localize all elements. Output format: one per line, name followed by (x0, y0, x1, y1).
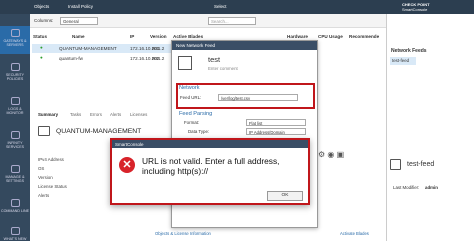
col-recommended[interactable]: Recommende (349, 34, 379, 39)
nav-label: INFINITY SERVICES (5, 141, 25, 149)
col-name[interactable]: Name (72, 34, 85, 39)
nav-label: COMMAND LINE (1, 209, 29, 213)
blade-icons: ⚙ ◉ ▣ (318, 150, 345, 159)
format-label: Format: (184, 120, 200, 125)
error-dialog: SmartConsole ✕ URL is not valid. Enter a… (110, 138, 310, 205)
nav-label: SECURITY POLICIES (5, 73, 25, 81)
feed-name-input[interactable]: test (208, 55, 220, 64)
row-version: R81.2 (152, 46, 165, 51)
status-ok-icon: ● (40, 45, 43, 50)
summary-key: IPv4 Address (38, 157, 64, 162)
top-bar: Objects Install Policy Select CHECK POIN… (0, 0, 474, 14)
format-select[interactable]: Flat list (246, 119, 306, 126)
error-dialog-title: SmartConsole (112, 140, 308, 148)
nav-whats-new[interactable]: WHAT'S NEW (0, 224, 30, 252)
right-pane: Network Feeds test-feed test-feed Last M… (386, 14, 474, 241)
brand-sub: SmartConsole (402, 7, 428, 12)
feed-icon (390, 159, 401, 170)
shield-icon (10, 63, 20, 71)
summary-key: License Status (38, 184, 67, 189)
status-ok-icon: ● (40, 55, 43, 60)
feed-list-item[interactable]: test-feed (390, 57, 416, 65)
select-menu[interactable]: Select (214, 4, 227, 9)
nav-label: MANAGE & SETTINGS (5, 175, 25, 183)
feed-parsing-section: Feed Parsing (179, 111, 213, 117)
columns-select[interactable]: General (60, 17, 98, 25)
server-icon (38, 126, 50, 136)
data-type-label: Data Type: (188, 129, 210, 134)
error-message: URL is not valid. Enter a full address, … (142, 156, 280, 176)
infinity-icon (10, 131, 20, 139)
row-name: QUANTUM-MANAGEMENT (59, 46, 117, 51)
toolbar: Columns: General Search... (30, 14, 386, 28)
tab-licenses[interactable]: Licenses (130, 112, 147, 117)
tab-tasks[interactable]: Tasks (70, 112, 81, 117)
nav-command-line[interactable]: COMMAND LINE (0, 196, 30, 224)
summary-key: Version (38, 175, 53, 180)
last-modifier-label: Last Modifier: (393, 185, 420, 190)
row-version: R81.2 (152, 56, 165, 61)
feed-icon (178, 56, 192, 70)
tab-summary[interactable]: Summary (38, 112, 58, 117)
row-name: quantum-fw (59, 56, 84, 61)
col-hardware[interactable]: Hardware (287, 34, 308, 39)
error-x-icon: ✕ (119, 157, 135, 173)
license-link[interactable]: Objects & License Information (155, 231, 211, 236)
logs-icon (10, 97, 20, 105)
dialog-title: New Network Feed (172, 41, 317, 50)
activate-blades-link[interactable]: Activate Blades (340, 231, 369, 236)
col-version[interactable]: Version (150, 34, 167, 39)
nav-infinity[interactable]: INFINITY SERVICES (0, 128, 30, 156)
col-status[interactable]: Status (33, 34, 47, 39)
col-active-blades[interactable]: Active Blades (173, 34, 203, 39)
col-cpu[interactable]: CPU Usage (318, 34, 343, 39)
install-policy-button[interactable]: Install Policy (68, 4, 93, 9)
gateway-icon (10, 29, 20, 37)
star-icon (10, 227, 20, 235)
summary-key: Alerts (38, 193, 50, 198)
ok-button[interactable]: OK (267, 191, 303, 201)
nav-label: WHAT'S NEW (3, 237, 27, 241)
nav-label: LOGS & MONITOR (6, 107, 24, 115)
tab-errors[interactable]: Errors (90, 112, 102, 117)
data-type-select[interactable]: IP Address/Domain (246, 128, 306, 135)
nav-label: GATEWAYS & SERVERS (3, 39, 27, 47)
col-ip[interactable]: IP (130, 34, 134, 39)
summary-key: OS (38, 166, 45, 171)
network-feeds-header: Network Feeds (391, 48, 427, 54)
gear-icon (10, 165, 20, 173)
nav-logs[interactable]: LOGS & MONITOR (0, 94, 30, 122)
tab-alerts[interactable]: Alerts (110, 112, 121, 117)
nav-policies[interactable]: SECURITY POLICIES (0, 60, 30, 88)
left-nav: GATEWAYS & SERVERS SECURITY POLICIES LOG… (0, 14, 30, 241)
nav-manage[interactable]: MANAGE & SETTINGS (0, 162, 30, 190)
objects-menu[interactable]: Objects (34, 4, 49, 9)
highlight-network-section (176, 83, 315, 109)
search-input[interactable]: Search... (208, 17, 256, 25)
last-modifier-value: admin (425, 185, 438, 190)
summary-title: QUANTUM-MANAGEMENT (56, 128, 142, 135)
terminal-icon (10, 199, 20, 207)
feed-details-title: test-feed (407, 161, 435, 168)
comment-input[interactable]: Enter comment (208, 66, 238, 71)
columns-label: Columns: (34, 18, 54, 23)
nav-gateways[interactable]: GATEWAYS & SERVERS (0, 26, 30, 54)
